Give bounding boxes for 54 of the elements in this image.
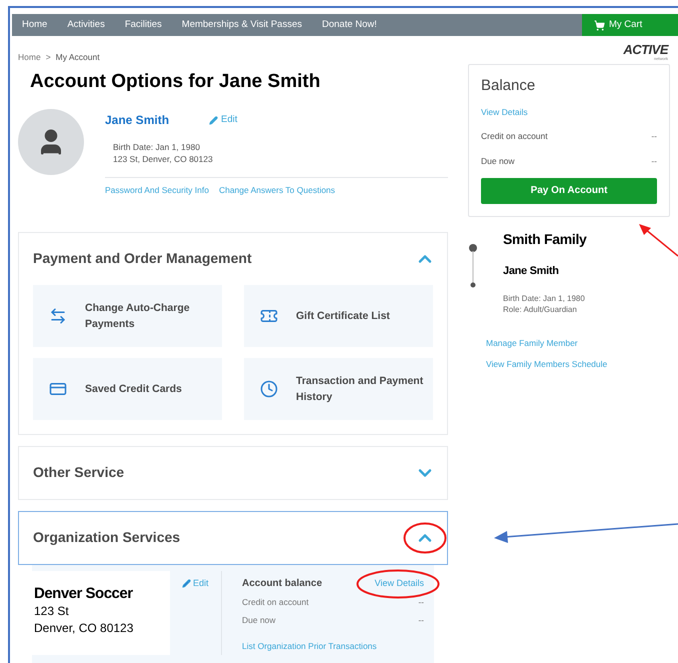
family-name: Smith Family (503, 230, 587, 249)
option-tile[interactable]: Transaction and Payment History (244, 358, 433, 420)
balance-label: Due now (481, 155, 515, 168)
account-link[interactable]: Password And Security Info (105, 184, 209, 197)
transactions-link[interactable]: List Organization Prior Transactions (242, 640, 424, 653)
member-role: Role: Adult/Guardian (503, 304, 578, 316)
address: 123 St, Denver, CO 80123 (113, 153, 214, 165)
balance-label: Credit on account (481, 130, 548, 143)
nav-link[interactable]: Facilities (114, 18, 172, 32)
family-link[interactable]: Manage Family Member (486, 337, 670, 350)
annotation-arrow (636, 222, 678, 258)
breadcrumb-separator: > (46, 50, 51, 64)
balance-value: -- (651, 130, 657, 143)
balance-value: -- (418, 596, 424, 608)
pencil-icon (209, 116, 218, 124)
option-tile[interactable]: Saved Credit Cards (33, 358, 222, 420)
section-title: Other Service (33, 463, 124, 482)
cart-button[interactable]: My Cart (582, 14, 678, 36)
family-link[interactable]: View Family Members Schedule (486, 358, 670, 371)
balance-value: -- (418, 614, 424, 626)
nav-link[interactable]: Activities (57, 18, 115, 32)
organization-name: Denver Soccer (34, 584, 134, 603)
nav-link[interactable]: Donate Now! (312, 18, 387, 32)
edit-link[interactable]: Edit (209, 112, 238, 128)
pay-button[interactable]: Pay On Account (481, 178, 657, 204)
edit-link[interactable]: Edit (182, 576, 221, 590)
option-tile[interactable]: Change Auto-Charge Payments (33, 284, 222, 347)
option-tile[interactable]: Gift Certificate List (244, 284, 433, 347)
section-title: Payment and Order Management (33, 249, 252, 268)
balance-title: Balance (481, 76, 536, 96)
breadcrumb-link[interactable]: Home (18, 50, 41, 64)
member-birth-date: Birth Date: Jan 1, 1980 (503, 293, 586, 304)
brand-logo: ACTIVE (623, 44, 668, 56)
profile-name: Jane Smith (105, 112, 170, 129)
page-title: Account Options for Jane Smith (30, 70, 322, 94)
birth-date: Birth Date: Jan 1, 1980 (113, 141, 201, 153)
member-name: Jane Smith (503, 264, 560, 279)
nav-link[interactable]: Memberships & Visit Passes (172, 18, 312, 32)
highlight-ellipse (403, 522, 447, 554)
clock-icon (260, 380, 278, 398)
account-link[interactable]: Change Answers To Questions (218, 184, 336, 197)
balance-label: Credit on account (242, 596, 309, 608)
cart-icon (594, 20, 605, 30)
pencil-icon (182, 579, 191, 588)
organization-address: Denver, CO 80123 (34, 620, 134, 637)
nav-link[interactable]: Home (12, 18, 58, 32)
balance-value: -- (651, 155, 657, 168)
organization-address: 123 St (34, 602, 70, 620)
balance-label: Due now (242, 614, 276, 626)
balance-heading: Account balance (242, 576, 322, 591)
breadcrumb-current: My Account (56, 50, 100, 64)
section-title: Organization Services (33, 528, 180, 548)
arrows-icon (49, 306, 67, 325)
view-details-link[interactable]: View Details (481, 106, 657, 118)
